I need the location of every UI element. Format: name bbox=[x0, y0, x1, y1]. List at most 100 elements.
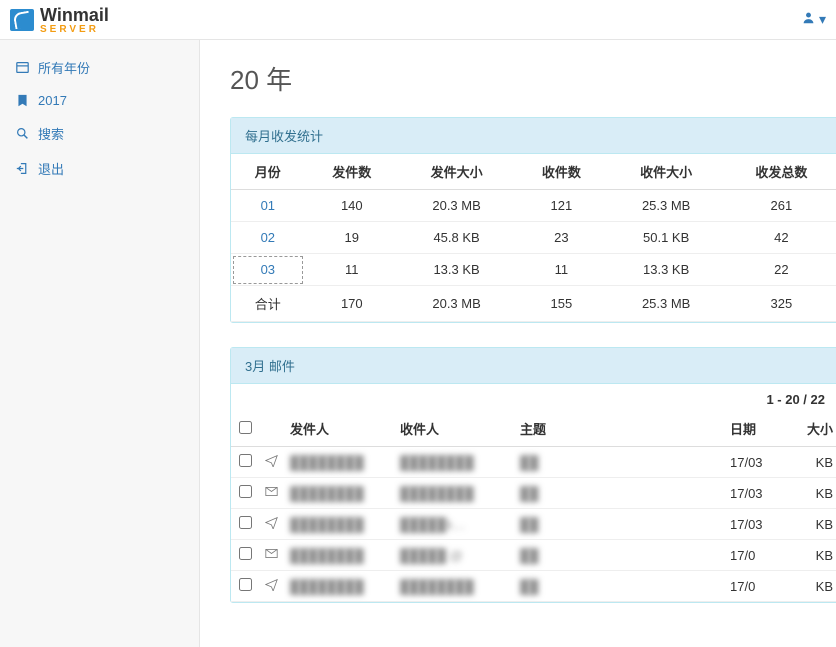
sidebar: 所有年份 2017 搜索 退出 bbox=[0, 40, 200, 647]
cell-sent: 19 bbox=[305, 222, 399, 254]
select-all-checkbox[interactable] bbox=[239, 421, 252, 434]
cell-size: KB bbox=[784, 571, 836, 602]
row-checkbox[interactable] bbox=[239, 454, 252, 467]
col-checkbox bbox=[231, 413, 259, 447]
sidebar-item-label: 退出 bbox=[38, 159, 64, 178]
col-size: 大小 bbox=[784, 413, 836, 447]
stats-row: 021945.8 KB2350.1 KB42 bbox=[231, 222, 836, 254]
month-link[interactable]: 01 bbox=[231, 190, 305, 222]
calendar-all-icon bbox=[16, 61, 32, 74]
col-from: 发件人 bbox=[284, 413, 394, 447]
mail-table: 发件人 收件人 主题 日期 大小 ██████████████████17/03… bbox=[231, 413, 836, 602]
mail-row[interactable]: █████████████ @██17/0KB bbox=[231, 540, 836, 571]
cell-to: █████k… bbox=[394, 509, 514, 540]
mail-row[interactable]: ██████████████████17/03KB bbox=[231, 478, 836, 509]
cell-to: ████████ bbox=[394, 478, 514, 509]
row-checkbox[interactable] bbox=[239, 485, 252, 498]
cell-to: ████████ bbox=[394, 447, 514, 478]
cell-recv: 23 bbox=[514, 222, 608, 254]
cell-date: 17/03 bbox=[724, 509, 784, 540]
cell-recv-size: 25.3 MB bbox=[609, 190, 724, 222]
stats-row: 031113.3 KB1113.3 KB22 bbox=[231, 254, 836, 286]
col-month: 月份 bbox=[231, 154, 305, 190]
sidebar-item-label: 2017 bbox=[38, 93, 67, 108]
row-checkbox[interactable] bbox=[239, 578, 252, 591]
stats-panel-heading: 每月收发统计 bbox=[231, 118, 836, 154]
user-menu[interactable]: ▾ bbox=[802, 11, 826, 28]
cell-to: ████████ bbox=[394, 571, 514, 602]
mail-row[interactable]: ██████████████████17/03KB bbox=[231, 447, 836, 478]
cell-subject: ██ bbox=[514, 509, 724, 540]
mail-range: 1 - 20 / 22 bbox=[231, 384, 836, 413]
page-title: 20 年 bbox=[230, 60, 836, 97]
col-to: 收件人 bbox=[394, 413, 514, 447]
month-link[interactable]: 02 bbox=[231, 222, 305, 254]
row-checkbox[interactable] bbox=[239, 547, 252, 560]
envelope-icon bbox=[259, 540, 284, 571]
brand-name: Winmail bbox=[40, 5, 109, 25]
cell-sent: 140 bbox=[305, 190, 399, 222]
send-icon bbox=[259, 571, 284, 602]
cell-from: ████████ bbox=[284, 540, 394, 571]
mail-panel: 3月 邮件 1 - 20 / 22 发件人 收件人 主题 日期 大小 bbox=[230, 347, 836, 603]
stats-panel: 每月收发统计 月份 发件数 发件大小 收件数 收件大小 收发总数 0114020… bbox=[230, 117, 836, 323]
brand-icon bbox=[10, 9, 34, 31]
cell-recv: 121 bbox=[514, 190, 608, 222]
col-recv: 收件数 bbox=[514, 154, 608, 190]
cell-date: 17/03 bbox=[724, 478, 784, 509]
cell-from: ████████ bbox=[284, 571, 394, 602]
col-sent-size: 发件大小 bbox=[399, 154, 514, 190]
cell-size: KB bbox=[784, 509, 836, 540]
cell-date: 17/0 bbox=[724, 540, 784, 571]
stats-total-row: 合计17020.3 MB15525.3 MB325 bbox=[231, 286, 836, 322]
cell-subject: ██ bbox=[514, 478, 724, 509]
stats-row: 0114020.3 MB12125.3 MB261 bbox=[231, 190, 836, 222]
mail-row[interactable]: █████████████k…██17/03KB bbox=[231, 509, 836, 540]
col-date: 日期 bbox=[724, 413, 784, 447]
logout-icon bbox=[16, 162, 32, 175]
cell-total: 22 bbox=[724, 254, 836, 286]
cell-size: KB bbox=[784, 447, 836, 478]
col-sent: 发件数 bbox=[305, 154, 399, 190]
sidebar-item-logout[interactable]: 退出 bbox=[0, 151, 199, 186]
sidebar-item-search[interactable]: 搜索 bbox=[0, 116, 199, 151]
cell-recv-size: 50.1 KB bbox=[609, 222, 724, 254]
search-icon bbox=[16, 127, 32, 140]
cell-from: ████████ bbox=[284, 509, 394, 540]
col-total: 收发总数 bbox=[724, 154, 836, 190]
cell-from: ████████ bbox=[284, 478, 394, 509]
cell-date: 17/03 bbox=[724, 447, 784, 478]
col-recv-size: 收件大小 bbox=[609, 154, 724, 190]
cell-size: KB bbox=[784, 540, 836, 571]
cell-subject: ██ bbox=[514, 447, 724, 478]
bookmark-icon bbox=[16, 94, 32, 107]
total-label: 合计 bbox=[231, 286, 305, 322]
sidebar-item-2017[interactable]: 2017 bbox=[0, 85, 199, 116]
cell-sent-size: 45.8 KB bbox=[399, 222, 514, 254]
brand-logo[interactable]: Winmail SERVER bbox=[10, 5, 109, 34]
month-link[interactable]: 03 bbox=[231, 254, 305, 286]
envelope-icon bbox=[259, 478, 284, 509]
stats-table: 月份 发件数 发件大小 收件数 收件大小 收发总数 0114020.3 MB12… bbox=[231, 154, 836, 322]
cell-subject: ██ bbox=[514, 571, 724, 602]
cell-from: ████████ bbox=[284, 447, 394, 478]
user-icon bbox=[802, 11, 815, 24]
sidebar-item-all-years[interactable]: 所有年份 bbox=[0, 50, 199, 85]
brand-sub: SERVER bbox=[40, 26, 109, 34]
cell-sent: 11 bbox=[305, 254, 399, 286]
cell-total: 42 bbox=[724, 222, 836, 254]
mail-row[interactable]: ██████████████████17/0KB bbox=[231, 571, 836, 602]
send-icon bbox=[259, 447, 284, 478]
cell-sent-size: 13.3 KB bbox=[399, 254, 514, 286]
caret-down-icon: ▾ bbox=[819, 11, 826, 27]
main-content: 20 年 每月收发统计 月份 发件数 发件大小 收件数 收件大小 收发总数 bbox=[200, 40, 836, 647]
row-checkbox[interactable] bbox=[239, 516, 252, 529]
cell-to: █████ @ bbox=[394, 540, 514, 571]
mail-panel-heading: 3月 邮件 bbox=[231, 348, 836, 384]
cell-total: 261 bbox=[724, 190, 836, 222]
cell-sent-size: 20.3 MB bbox=[399, 190, 514, 222]
col-subject: 主题 bbox=[514, 413, 724, 447]
cell-recv-size: 13.3 KB bbox=[609, 254, 724, 286]
sidebar-item-label: 所有年份 bbox=[38, 58, 90, 77]
cell-date: 17/0 bbox=[724, 571, 784, 602]
